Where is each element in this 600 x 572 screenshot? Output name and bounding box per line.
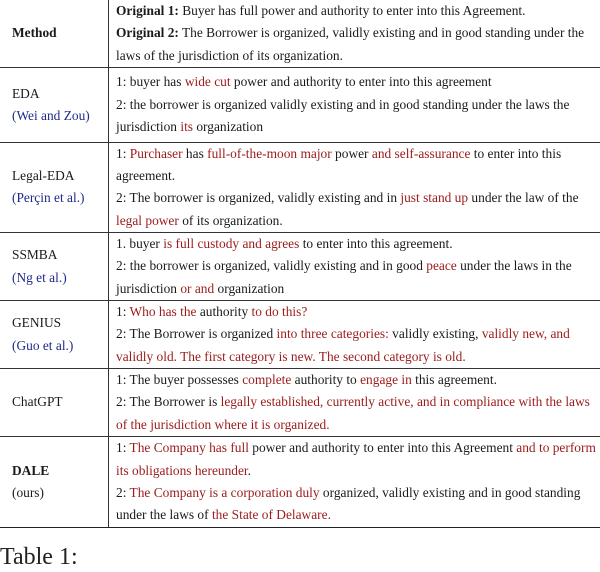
- original-2: Original 2: The Borrower is organized, v…: [116, 22, 596, 67]
- unchanged-text: this agreement.: [412, 372, 497, 387]
- augmented-sentence-1: 1: Purchaser has full-of-the-moon major …: [116, 143, 596, 188]
- original-1-text: Buyer has full power and authority to en…: [179, 3, 526, 18]
- changed-text: to do this?: [252, 304, 308, 319]
- original-1: Original 1: Buyer has full power and aut…: [116, 0, 596, 22]
- unchanged-text: of its organization.: [179, 213, 283, 228]
- unchanged-text: 1: buyer has: [116, 74, 185, 89]
- augmented-sentence-2: 2: The borrower is organized, validly ex…: [116, 187, 596, 232]
- method-cell: SSMBA(Ng et al.): [0, 233, 109, 301]
- original-1-label: Original 1:: [116, 3, 179, 18]
- augmented-text-cell: 1: The Company has full power and author…: [109, 437, 600, 528]
- changed-text: The Company is a corporation duly: [130, 485, 320, 500]
- method-header: Method: [0, 0, 109, 67]
- unchanged-text: authority: [196, 304, 251, 319]
- method-name: DALE: [12, 460, 108, 482]
- comparison-table: Method Original 1: Buyer has full power …: [0, 0, 600, 528]
- unchanged-text: 1:: [116, 146, 130, 161]
- unchanged-text: 2: the borrower is organized, validly ex…: [116, 258, 426, 273]
- unchanged-text: has: [183, 146, 208, 161]
- unchanged-text: 1: The buyer possesses: [116, 372, 242, 387]
- table-row: EDA(Wei and Zou) 1: buyer has wide cut po…: [0, 67, 600, 142]
- changed-text: full-of-the-moon major: [207, 146, 332, 161]
- augmented-sentence-2: 2: The Borrower is legally established, …: [116, 391, 596, 436]
- table-row: Legal-EDA(Perçin et al.)1: Purchaser has…: [0, 142, 600, 232]
- method-cell: ChatGPT: [0, 369, 109, 437]
- changed-text: just stand up: [400, 190, 468, 205]
- unchanged-text: authority to: [291, 372, 360, 387]
- changed-text: or and: [180, 281, 214, 296]
- table-row: SSMBA(Ng et al.) 1. buyer is full custody…: [0, 233, 600, 301]
- changed-text: complete: [242, 372, 291, 387]
- changed-text: its: [180, 119, 193, 134]
- table-row: DALE(ours)1: The Company has full power …: [0, 437, 600, 528]
- changed-text: peace: [426, 258, 456, 273]
- changed-text: the State of Delaware.: [212, 507, 331, 522]
- changed-text: Who has the: [130, 304, 197, 319]
- augmented-text-cell: 1: The buyer possesses complete authorit…: [109, 369, 600, 437]
- unchanged-text: organization: [214, 281, 284, 296]
- table-row: GENIUS(Guo et al.)1: Who has the authori…: [0, 301, 600, 369]
- citation-link[interactable]: (Wei and Zou): [12, 105, 108, 127]
- unchanged-text: validly existing,: [389, 326, 482, 341]
- augmented-sentence-2: 2: The Borrower is organized into three …: [116, 323, 596, 368]
- changed-text: wide cut: [185, 74, 231, 89]
- unchanged-text: 2: The Borrower is organized: [116, 326, 277, 341]
- augmented-sentence-1: 1: Who has the authority to do this?: [116, 301, 596, 323]
- table-header-row: Method Original 1: Buyer has full power …: [0, 0, 600, 67]
- changed-text: into three categories:: [277, 326, 389, 341]
- augmented-sentence-1: 1: buyer has wide cut power and authorit…: [116, 71, 596, 93]
- unchanged-text: 1:: [116, 304, 130, 319]
- augmented-sentence-1: 1. buyer is full custody and agrees to e…: [116, 233, 596, 255]
- method-name: Legal-EDA: [12, 165, 108, 187]
- citation-link[interactable]: (Ng et al.): [12, 267, 108, 289]
- augmented-sentence-1: 1: The Company has full power and author…: [116, 437, 596, 482]
- changed-text: Purchaser: [130, 146, 183, 161]
- augmented-sentence-2: 2: the borrower is organized, validly ex…: [116, 255, 596, 300]
- method-name: EDA: [12, 83, 108, 105]
- unchanged-text: 2:: [116, 485, 130, 500]
- changed-text: and self-assurance: [372, 146, 471, 161]
- augmented-sentence-2: 2: The Company is a corporation duly org…: [116, 482, 596, 527]
- changed-text: engage in: [360, 372, 412, 387]
- unchanged-text: 2: The Borrower is: [116, 394, 221, 409]
- unchanged-text: .: [248, 463, 251, 478]
- unchanged-text: under the law of the: [468, 190, 578, 205]
- original-sentences: Original 1: Buyer has full power and aut…: [109, 0, 600, 67]
- augmented-text-cell: 1: Who has the authority to do this?2: T…: [109, 301, 600, 369]
- method-cell: DALE(ours): [0, 437, 109, 528]
- augmented-sentence-2: 2: the borrower is organized validly exi…: [116, 94, 596, 139]
- unchanged-text: power and authority to enter into this A…: [249, 440, 516, 455]
- changed-text: legal power: [116, 213, 179, 228]
- method-cell: Legal-EDA(Perçin et al.): [0, 142, 109, 232]
- unchanged-text: power: [332, 146, 372, 161]
- original-2-label: Original 2:: [116, 25, 179, 40]
- method-name: SSMBA: [12, 244, 108, 266]
- original-2-text: The Borrower is organized, validly exist…: [116, 25, 584, 62]
- augmented-sentence-1: 1: The buyer possesses complete authorit…: [116, 369, 596, 391]
- changed-text: is full custody and agrees: [163, 236, 299, 251]
- method-name: ChatGPT: [12, 391, 108, 413]
- augmented-text-cell: 1. buyer is full custody and agrees to e…: [109, 233, 600, 301]
- unchanged-text: 2: The borrower is organized, validly ex…: [116, 190, 400, 205]
- unchanged-text: organization: [193, 119, 263, 134]
- changed-text: The Company has full: [130, 440, 249, 455]
- unchanged-text: to enter into this agreement.: [299, 236, 452, 251]
- augmented-text-cell: 1: buyer has wide cut power and authorit…: [109, 67, 600, 142]
- method-note: (ours): [12, 482, 108, 504]
- unchanged-text: 1. buyer: [116, 236, 163, 251]
- method-name: GENIUS: [12, 312, 108, 334]
- table-caption: Table 1:: [0, 542, 78, 572]
- method-cell: EDA(Wei and Zou): [0, 67, 109, 142]
- unchanged-text: 1:: [116, 440, 130, 455]
- unchanged-text: power and authority to enter into this a…: [231, 74, 492, 89]
- citation-link[interactable]: (Perçin et al.): [12, 187, 108, 209]
- table-row: ChatGPT 1: The buyer possesses complete a…: [0, 369, 600, 437]
- augmented-text-cell: 1: Purchaser has full-of-the-moon major …: [109, 142, 600, 232]
- method-cell: GENIUS(Guo et al.): [0, 301, 109, 369]
- citation-link[interactable]: (Guo et al.): [12, 335, 108, 357]
